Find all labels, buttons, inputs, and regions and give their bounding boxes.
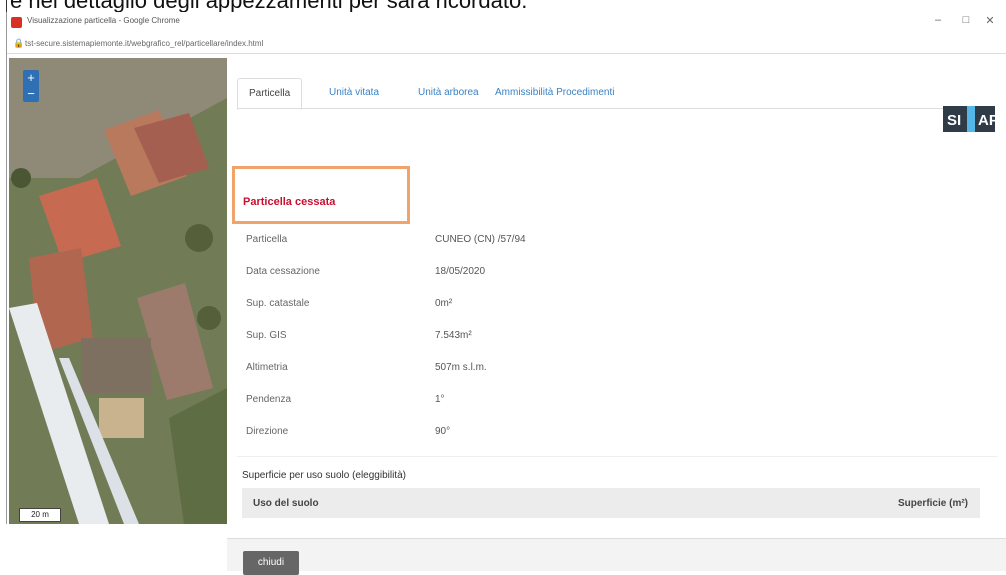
status-label: Particella cessata: [243, 196, 336, 208]
detail-value-pendenza: 1°: [435, 394, 445, 405]
detail-label-direzione: Direzione: [246, 426, 289, 437]
tab-particella[interactable]: Particella: [237, 78, 303, 110]
section-divider: [237, 456, 997, 457]
section-title: Superficie per uso suolo (eleggibilità): [242, 470, 406, 481]
title-bar: Visualizzazione particella - Google Chro…: [7, 12, 1006, 32]
siap-logo: SI AP: [943, 106, 995, 132]
aerial-map[interactable]: + − 20 m: [9, 58, 227, 524]
highlight-box: [232, 166, 410, 224]
detail-label-altimetria: Altimetria: [246, 362, 288, 373]
tab-ammissibilita-procedimenti[interactable]: Ammissibilità Procedimenti: [495, 78, 614, 108]
map-scale: 20 m: [19, 508, 61, 522]
detail-value-particella: CUNEO (CN) /57/94: [435, 234, 526, 245]
detail-value-data-cessazione: 18/05/2020: [435, 266, 486, 277]
detail-value-altimetria: 507m s.l.m.: [435, 362, 487, 373]
tab-unita-arborea[interactable]: Unità arborea: [418, 78, 479, 108]
detail-value-sup-catastale: 0m²: [435, 298, 453, 309]
detail-label-data-cessazione: Data cessazione: [246, 266, 320, 277]
close-window-icon[interactable]: ✕: [979, 14, 1001, 27]
map-image: [9, 58, 227, 524]
close-button[interactable]: chiudi: [243, 551, 299, 575]
browser-window: Visualizzazione particella - Google Chro…: [6, 12, 1006, 575]
detail-label-sup-catastale: Sup. catastale: [246, 298, 310, 309]
zoom-controls: + −: [23, 70, 39, 102]
detail-value-sup-gis: 7.543m²: [435, 330, 472, 341]
app-icon: [11, 17, 22, 28]
lock-icon: 🔒: [13, 38, 25, 48]
detail-panel: Particella Unità vitata Unità arborea Am…: [227, 58, 1006, 575]
address-bar[interactable]: 🔒 tst-secure.sistemapiemonte.it/webgrafi…: [7, 33, 1006, 54]
tab-divider: [237, 108, 987, 109]
zoom-out-button[interactable]: −: [23, 86, 39, 102]
detail-label-pendenza: Pendenza: [246, 394, 292, 405]
zoom-in-button[interactable]: +: [23, 70, 39, 86]
column-header-superficie: Superficie (m²): [897, 498, 968, 509]
logo-left-text: SI: [947, 112, 961, 129]
column-header-uso-suolo: Uso del suolo: [253, 498, 319, 509]
tab-unita-vitata[interactable]: Unità vitata: [329, 78, 379, 108]
detail-label-sup-gis: Sup. GIS: [246, 330, 287, 341]
window-title: Visualizzazione particella - Google Chro…: [27, 16, 180, 25]
logo-right-text: AP: [978, 112, 995, 129]
detail-value-direzione: 90°: [435, 426, 451, 437]
minimize-icon[interactable]: –: [927, 14, 949, 26]
url-text[interactable]: tst-secure.sistemapiemonte.it/webgrafico…: [25, 39, 263, 48]
panel-footer: [227, 538, 1006, 571]
land-use-table-header: Uso del suolo Superficie (m²): [242, 488, 980, 518]
maximize-icon[interactable]: □: [955, 14, 977, 26]
detail-label-particella: Particella: [246, 234, 288, 245]
